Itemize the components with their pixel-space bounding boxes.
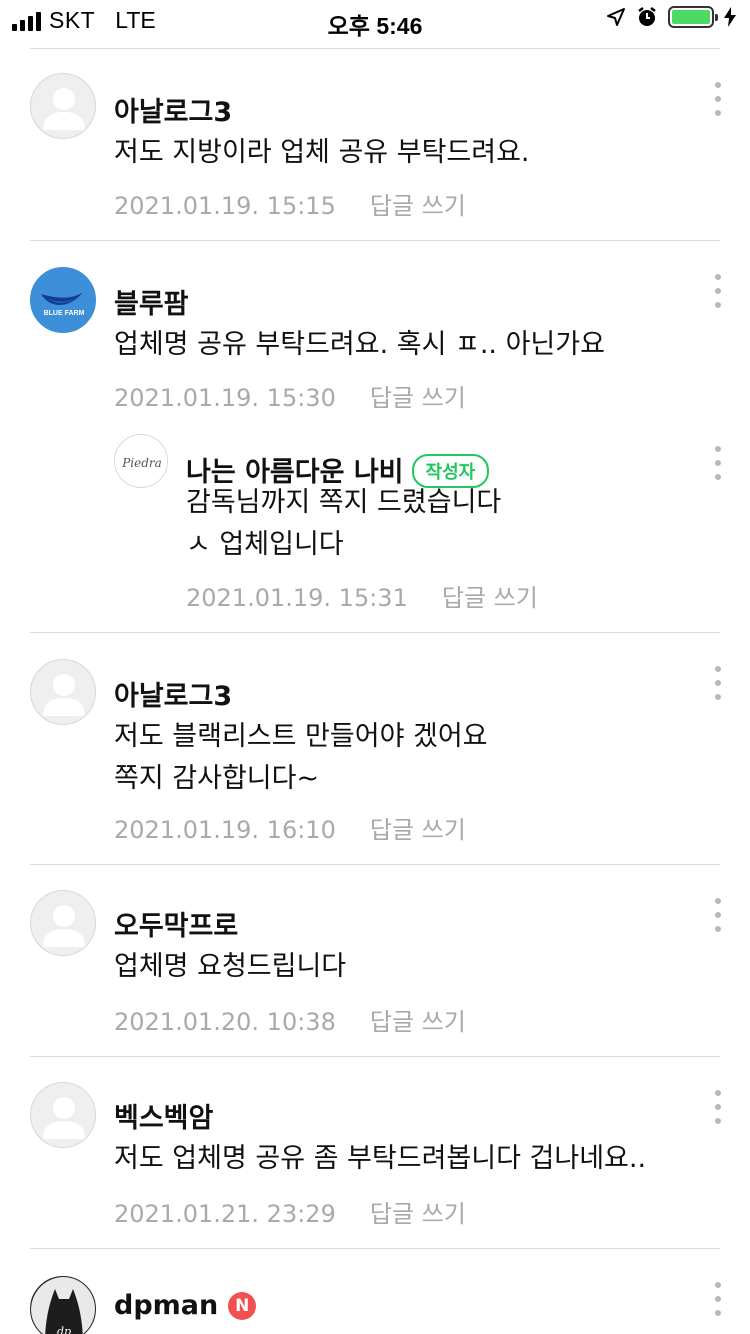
comment-author[interactable]: 블루팜: [114, 282, 189, 321]
more-options-icon[interactable]: [712, 666, 724, 700]
more-options-icon[interactable]: [712, 898, 724, 932]
reply-link[interactable]: 답글 쓰기: [370, 816, 466, 844]
comment-text-line: 감독님까지 쪽지 드렸습니다: [186, 487, 502, 518]
status-bar: SKT LTE 오후 5:46: [0, 0, 750, 40]
comment-meta: 2021.01.19. 16:10 답글 쓰기: [114, 810, 466, 845]
comment-text-line: 저도 블랙리스트 만들어야 겠어요: [114, 721, 488, 752]
default-avatar-icon[interactable]: [30, 1082, 96, 1148]
battery-icon: [668, 6, 718, 28]
reply-link[interactable]: 답글 쓰기: [370, 192, 466, 220]
new-badge: N: [228, 1292, 257, 1320]
more-options-icon[interactable]: [712, 446, 724, 480]
divider: [30, 1056, 720, 1057]
comment-meta: 2021.01.19. 15:31 답글 쓰기: [186, 578, 538, 613]
comment-meta: 2021.01.21. 23:29 답글 쓰기: [114, 1194, 466, 1229]
reply-link[interactable]: 답글 쓰기: [370, 384, 466, 412]
comment-text-line: ㅅ 업체입니다: [186, 529, 344, 560]
comment-author[interactable]: 아날로그3: [114, 90, 232, 129]
comment-text-line: 업체명 요청드립니다: [114, 951, 347, 982]
comment-date: 2021.01.20. 10:38: [114, 1008, 336, 1036]
divider: [30, 864, 720, 865]
piedra-avatar-icon[interactable]: Piedra: [114, 434, 168, 488]
comment-text-line: 쪽지 감사합니다~: [114, 763, 320, 794]
comment-author[interactable]: dpman N: [114, 1290, 257, 1321]
comment-author[interactable]: 아날로그3: [114, 674, 232, 713]
default-avatar-icon[interactable]: [30, 659, 96, 725]
charging-bolt-icon: [724, 7, 736, 27]
avatar-logo-text: dp: [57, 1325, 71, 1334]
status-right: [606, 6, 736, 28]
comment-meta: 2021.01.19. 15:30 답글 쓰기: [114, 378, 466, 413]
comment-meta: 2021.01.19. 15:15 답글 쓰기: [114, 186, 466, 221]
more-options-icon[interactable]: [712, 1282, 724, 1316]
dp-avatar-icon[interactable]: dp: [30, 1276, 96, 1334]
default-avatar-icon[interactable]: [30, 73, 96, 139]
more-options-icon[interactable]: [712, 274, 724, 308]
battery-level: [672, 10, 710, 24]
comment-date: 2021.01.19. 15:15: [114, 192, 336, 220]
comment-author[interactable]: 벡스벡암: [114, 1096, 213, 1135]
reply-link[interactable]: 답글 쓰기: [442, 584, 538, 612]
comment-date: 2021.01.19. 15:31: [186, 584, 408, 612]
divider: [30, 48, 720, 49]
comment-text-line: 저도 지방이라 업체 공유 부탁드려요.: [114, 137, 530, 168]
comment-text-line: 업체명 공유 부탁드려요. 혹시 ㅍ.. 아닌가요: [114, 329, 605, 360]
comment-date: 2021.01.21. 23:29: [114, 1200, 336, 1228]
divider: [30, 632, 720, 633]
avatar-logo-text: BLUE FARM: [44, 310, 85, 317]
alarm-clock-icon: [638, 7, 656, 26]
comment-text-line: 저도 업체명 공유 좀 부탁드려봅니다 겁나네요..: [114, 1143, 647, 1174]
reply-link[interactable]: 답글 쓰기: [370, 1200, 466, 1228]
comment-date: 2021.01.19. 16:10: [114, 816, 336, 844]
bluefarm-avatar-icon[interactable]: BLUE FARM: [30, 267, 96, 333]
comment-author[interactable]: 오두막프로: [114, 904, 238, 943]
divider: [30, 1248, 720, 1249]
divider: [30, 240, 720, 241]
more-options-icon[interactable]: [712, 82, 724, 116]
avatar-logo-text: Piedra: [121, 456, 162, 470]
default-avatar-icon[interactable]: [30, 890, 96, 956]
location-arrow-icon: [607, 8, 625, 26]
comment-meta: 2021.01.20. 10:38 답글 쓰기: [114, 1002, 466, 1037]
reply-link[interactable]: 답글 쓰기: [370, 1008, 466, 1036]
comment-author-name[interactable]: dpman: [114, 1290, 218, 1321]
comment-date: 2021.01.19. 15:30: [114, 384, 336, 412]
more-options-icon[interactable]: [712, 1090, 724, 1124]
